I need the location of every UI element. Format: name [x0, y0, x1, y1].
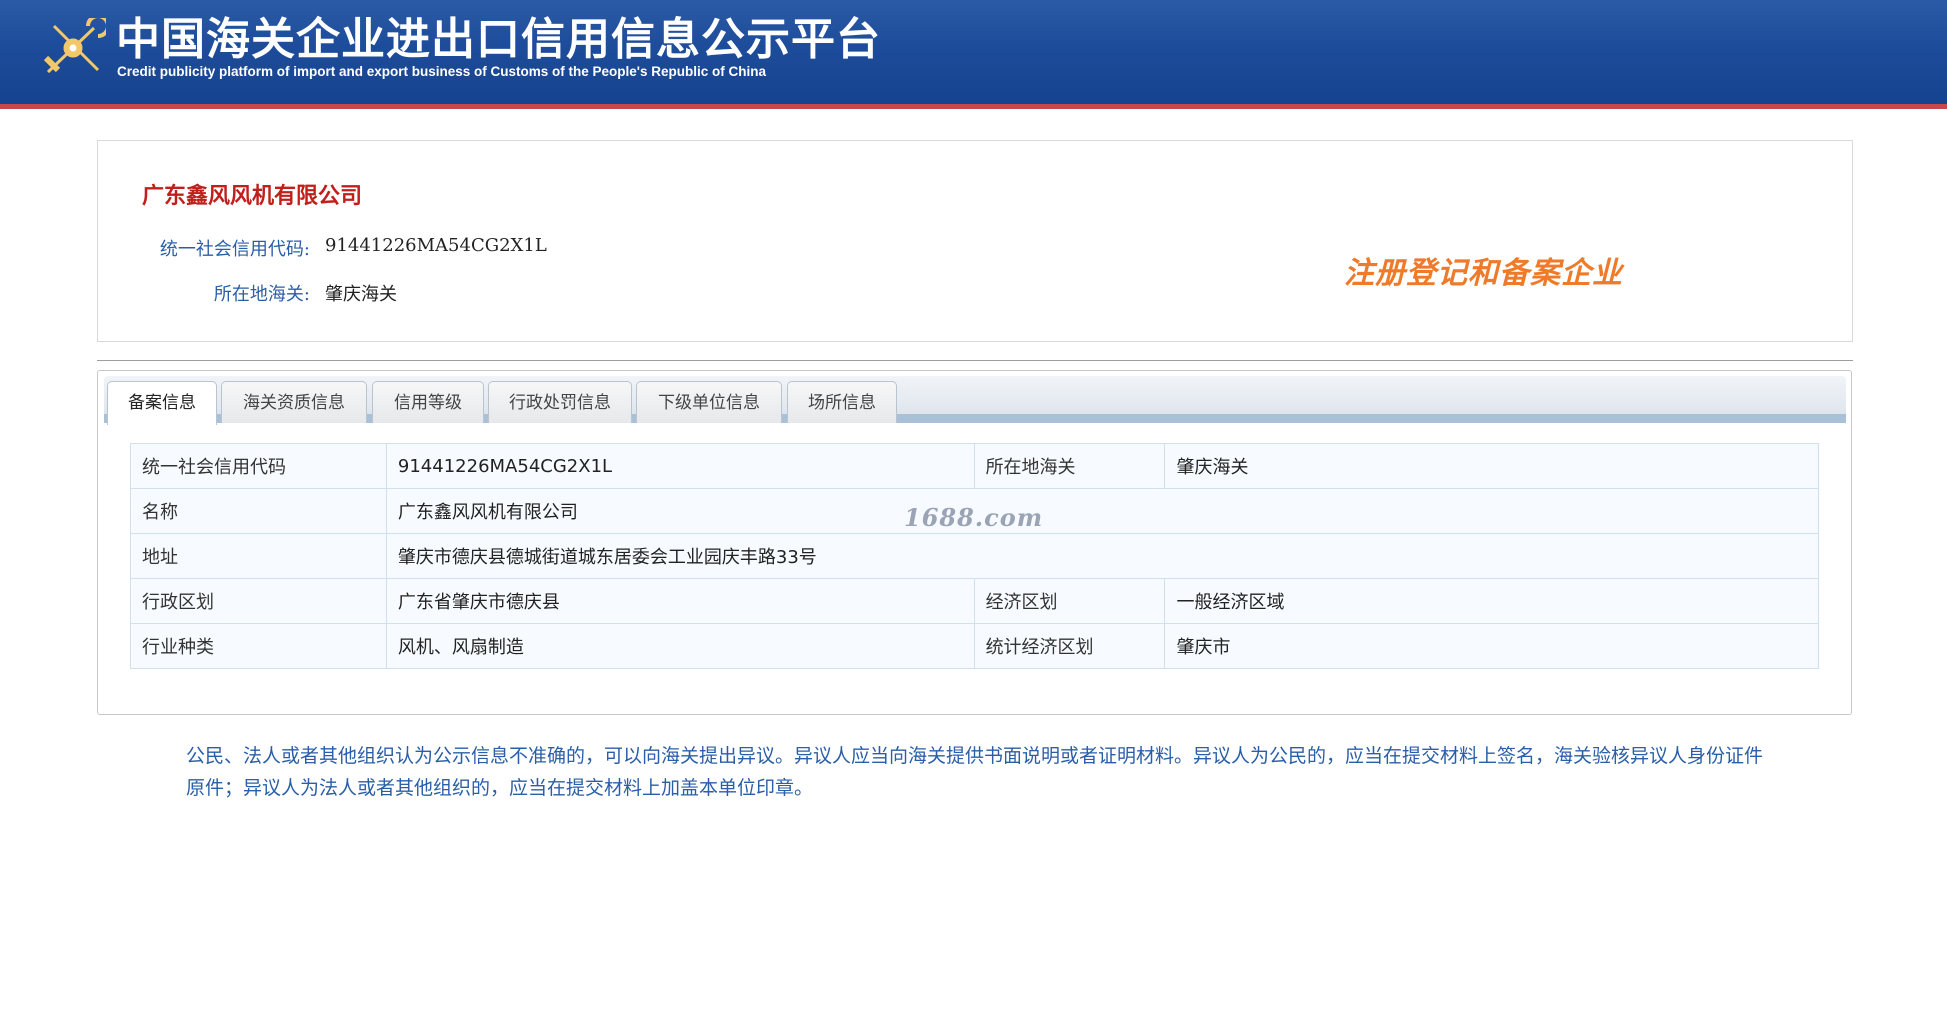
tab-customs-qualification[interactable]: 海关资质信息	[221, 381, 367, 423]
name-cell-value: 广东鑫风风机有限公司	[385, 488, 1820, 534]
section-divider	[97, 360, 1853, 361]
economic-zone-cell-value: 一般经济区域	[1164, 578, 1819, 624]
header-accent-line	[0, 104, 1947, 109]
credit-code-label: 统一社会信用代码:	[159, 239, 310, 260]
company-name: 广东鑫风风机有限公司	[142, 183, 363, 209]
tab-administrative-penalty[interactable]: 行政处罚信息	[488, 381, 632, 423]
platform-subtitle: Credit publicity platform of import and …	[117, 64, 767, 79]
customs-cell-value: 肇庆海关	[1164, 443, 1819, 489]
industry-cell-label: 行业种类	[130, 623, 387, 669]
tab-subordinate-units[interactable]: 下级单位信息	[636, 381, 782, 423]
address-cell-label: 地址	[130, 533, 387, 579]
registration-status-stamp: 注册登记和备案企业	[1344, 256, 1623, 291]
customs-value: 肇庆海关	[325, 284, 397, 305]
customs-emblem-icon	[43, 18, 106, 74]
table-row: 统一社会信用代码 91441226MA54CG2X1L 所在地海关 肇庆海关	[130, 443, 1819, 489]
credit-code-cell-label: 统一社会信用代码	[130, 443, 387, 489]
table-row: 行业种类 风机、风扇制造 统计经济区划 肇庆市	[130, 623, 1819, 669]
tab-filing-info[interactable]: 备案信息	[107, 381, 217, 425]
admin-division-cell-label: 行政区划	[130, 578, 387, 624]
statistical-zone-cell-value: 肇庆市	[1164, 623, 1819, 669]
tab-premises-info[interactable]: 场所信息	[787, 381, 897, 423]
name-cell-label: 名称	[130, 488, 387, 534]
address-cell-value: 肇庆市德庆县德城街道城东居委会工业园庆丰路33号	[385, 533, 1820, 579]
tab-credit-rating[interactable]: 信用等级	[372, 381, 484, 423]
credit-code-value: 91441226MA54CG2X1L	[325, 235, 547, 256]
statistical-zone-cell-label: 统计经济区划	[973, 623, 1166, 669]
industry-cell-value: 风机、风扇制造	[385, 623, 975, 669]
filing-info-table: 统一社会信用代码 91441226MA54CG2X1L 所在地海关 肇庆海关 名…	[130, 443, 1820, 669]
customs-cell-label: 所在地海关	[973, 443, 1166, 489]
customs-label: 所在地海关:	[213, 284, 310, 305]
table-row: 行政区划 广东省肇庆市德庆县 经济区划 一般经济区域	[130, 578, 1819, 624]
site-watermark: 1688.com	[904, 503, 1044, 532]
platform-title: 中国海关企业进出口信用信息公示平台	[116, 14, 881, 65]
economic-zone-cell-label: 经济区划	[973, 578, 1166, 624]
table-row: 地址 肇庆市德庆县德城街道城东居委会工业园庆丰路33号	[130, 533, 1820, 579]
credit-code-cell-value: 91441226MA54CG2X1L	[385, 443, 975, 489]
objection-notice: 公民、法人或者其他组织认为公示信息不准确的，可以向海关提出异议。异议人应当向海关…	[186, 745, 1764, 799]
admin-division-cell-value: 广东省肇庆市德庆县	[385, 578, 975, 624]
